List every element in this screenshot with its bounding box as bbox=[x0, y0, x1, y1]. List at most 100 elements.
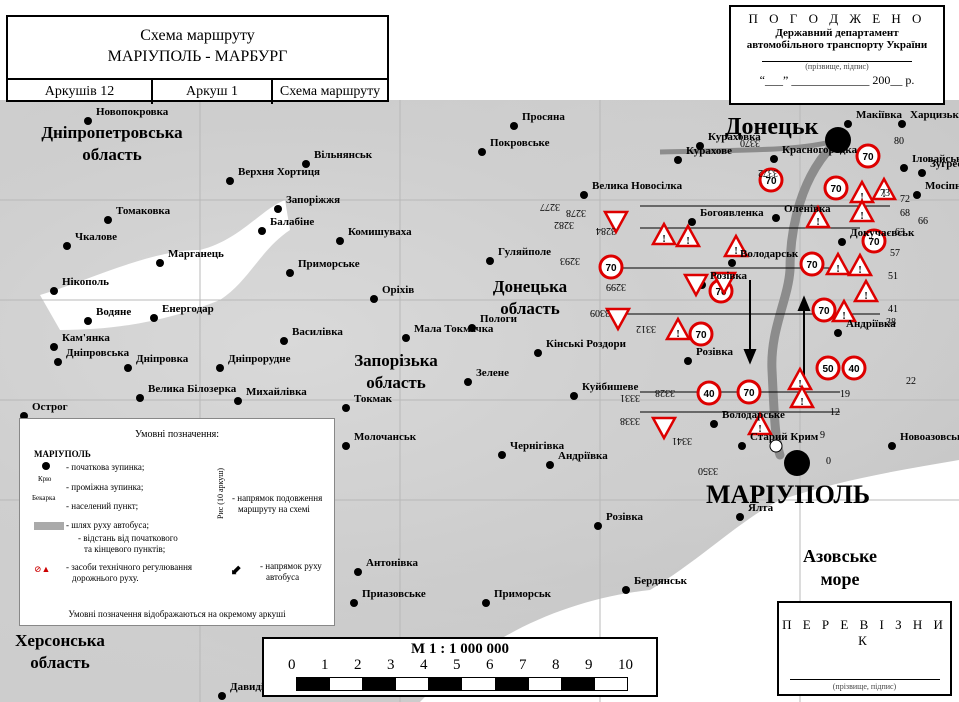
road-number: 3284 bbox=[596, 225, 616, 236]
speed-limit-value: 40 bbox=[703, 389, 715, 400]
town-dot bbox=[594, 522, 602, 530]
legend-city: МАРІУПОЛЬ bbox=[34, 449, 91, 459]
town-dot bbox=[486, 257, 494, 265]
road-number: 3350 bbox=[698, 465, 718, 476]
town-label: Оріхів bbox=[382, 284, 414, 296]
speed-limit-value: 70 bbox=[830, 184, 842, 195]
legend-distance-1: - відстань від початкового bbox=[78, 533, 178, 543]
region-label: область bbox=[82, 145, 142, 164]
distance-label: 68 bbox=[900, 208, 910, 219]
distance-label: 73 bbox=[880, 188, 890, 199]
town-label: Андріївка bbox=[558, 450, 608, 462]
town-dot bbox=[838, 238, 846, 246]
town-label: Приморськ bbox=[494, 588, 552, 600]
approval-dept-1: Державний департамент bbox=[775, 27, 899, 39]
town-dot bbox=[234, 397, 242, 405]
road-number: 3372 bbox=[758, 167, 778, 178]
region-label: область bbox=[366, 373, 426, 392]
town-dot bbox=[342, 404, 350, 412]
road-number: 3341 bbox=[672, 435, 692, 446]
town-label: Томаковка bbox=[116, 205, 171, 217]
town-label: Володарське bbox=[722, 409, 785, 421]
town-label: Новоазовськ bbox=[900, 431, 959, 443]
warning-sign-mark: ! bbox=[686, 236, 689, 247]
town-dot bbox=[354, 568, 362, 576]
town-dot bbox=[888, 442, 896, 450]
distance-label: 38 bbox=[886, 317, 896, 328]
town-dot bbox=[510, 122, 518, 130]
donetsk-label: Донецьк bbox=[725, 114, 819, 140]
scale-tick: 9 bbox=[585, 657, 593, 673]
sheet-type: Схема маршруту bbox=[279, 84, 381, 99]
sheet-current: Аркуш 1 bbox=[153, 80, 273, 104]
town-label: Красногородка bbox=[782, 144, 858, 156]
legend-start-icon bbox=[42, 462, 50, 470]
town-label: Володарськ bbox=[740, 248, 799, 260]
town-dot bbox=[482, 599, 490, 607]
town-dot bbox=[226, 177, 234, 185]
town-label: Молочанськ bbox=[354, 431, 417, 443]
mariupol-stop bbox=[784, 450, 810, 476]
town-dot bbox=[770, 155, 778, 163]
road-number: 3309 bbox=[590, 307, 610, 318]
town-dot bbox=[350, 599, 358, 607]
legend-direction-1: - напрямок руху bbox=[260, 561, 322, 571]
town-dot bbox=[402, 334, 410, 342]
distance-label: 41 bbox=[888, 304, 898, 315]
town-label: Розівка bbox=[696, 346, 734, 358]
town-label: Бердянськ bbox=[634, 575, 688, 587]
distance-label: 66 bbox=[918, 216, 928, 227]
legend-regulation-icon: ⊘▲ bbox=[34, 564, 51, 574]
town-label: Марганець bbox=[168, 248, 224, 260]
scale-tick: 3 bbox=[387, 657, 395, 673]
approval-sign-hint: (прізвище, підпис) bbox=[805, 62, 869, 71]
town-dot bbox=[136, 394, 144, 402]
carrier-block: П Е Р Е В І З Н И К (прізвище, підпис) bbox=[777, 601, 952, 696]
scale-bar bbox=[296, 677, 628, 691]
town-label: Балабіне bbox=[270, 216, 314, 228]
legend-sheet-ref: Рис (10 аркуш) bbox=[216, 467, 225, 519]
town-label: Харцизьк bbox=[910, 109, 959, 121]
town-label: Просяна bbox=[522, 111, 565, 123]
town-dot bbox=[622, 586, 630, 594]
title-block: Схема маршруту МАРІУПОЛЬ - МАРБУРГ Аркуш… bbox=[6, 15, 389, 104]
town-label: Велика Новосілка bbox=[592, 180, 683, 192]
sea-label-1: Азовське bbox=[803, 546, 877, 566]
region-label: Запорізька bbox=[354, 351, 438, 370]
scale-block: М 1 : 1 000 000 0 1 2 3 4 5 6 7 8 9 10 bbox=[262, 637, 658, 697]
town-dot bbox=[834, 329, 842, 337]
distance-label: 80 bbox=[894, 136, 904, 147]
warning-sign-mark: ! bbox=[800, 397, 803, 408]
legend-settlement: - населений пункт; bbox=[66, 501, 139, 511]
scale-tick: 0 bbox=[288, 657, 296, 673]
town-dot bbox=[464, 378, 472, 386]
legend-direction-2: автобуса bbox=[266, 572, 300, 582]
approval-heading: П О Г О Д Ж Е Н О bbox=[748, 11, 926, 26]
road-number: 3338 bbox=[620, 415, 640, 426]
town-label: Чернігівка bbox=[510, 440, 565, 452]
town-label: Михайлівка bbox=[246, 386, 307, 398]
town-label: Верхня Хортиця bbox=[238, 166, 320, 178]
distance-label: 72 bbox=[900, 194, 910, 205]
town-label: Велика Білозерка bbox=[148, 383, 237, 395]
town-label: Дніпровка bbox=[136, 353, 189, 365]
legend: Умовні позначення: МАРІУПОЛЬ - початкова… bbox=[19, 418, 335, 626]
town-dot bbox=[546, 461, 554, 469]
road-number: 3278 bbox=[566, 207, 586, 218]
speed-limit-value: 40 bbox=[848, 364, 860, 375]
town-label: Антонівка bbox=[366, 557, 419, 569]
scale-tick: 2 bbox=[354, 657, 362, 673]
road-number: 3370 bbox=[740, 137, 760, 148]
scale-tick: 8 bbox=[552, 657, 560, 673]
scale-tick: 1 bbox=[321, 657, 329, 673]
town-label: Чкалове bbox=[75, 231, 117, 243]
legend-footer: Умовні позначення відображаються на окре… bbox=[68, 609, 286, 619]
town-dot bbox=[898, 120, 906, 128]
region-label: область bbox=[500, 299, 560, 318]
mariupol-label: МАРІУПОЛЬ bbox=[706, 480, 870, 509]
town-label: Іловайськ bbox=[912, 153, 959, 165]
legend-distance-2: та кінцевого пунктів; bbox=[84, 544, 166, 554]
town-label: Оленівка bbox=[784, 203, 831, 215]
town-dot bbox=[710, 420, 718, 428]
distance-label: 9 bbox=[820, 430, 825, 441]
